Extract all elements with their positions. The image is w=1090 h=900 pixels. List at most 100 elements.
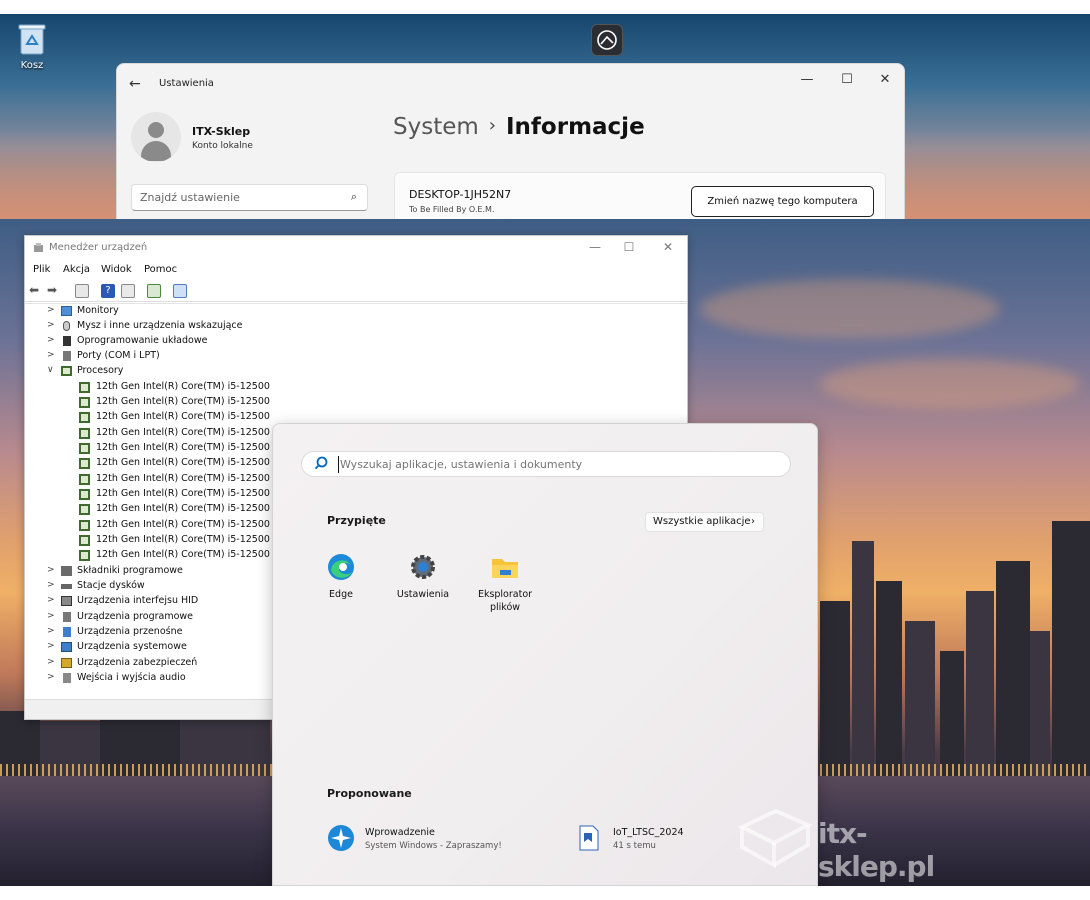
port-icon: [63, 351, 71, 361]
search-icon: [314, 456, 328, 470]
minimize-button[interactable]: —: [792, 72, 822, 87]
menu-bar: Plik Akcja Widok Pomoc: [25, 262, 687, 280]
close-button[interactable]: ✕: [653, 240, 683, 254]
pinned-app-edge[interactable]: Edge: [301, 552, 381, 601]
document-icon: [579, 825, 599, 851]
monitor-icon[interactable]: [173, 284, 187, 298]
processor-label: 12th Gen Intel(R) Core(TM) i5-12500: [96, 427, 270, 438]
chevron-down-icon[interactable]: ∨: [47, 365, 57, 375]
desktop-background-top: Kosz ← Ustawienia — ☐ ✕ ITX-Sklep Konto …: [0, 14, 1090, 219]
tree-item-label: Urządzenia przenośne: [77, 626, 183, 637]
processor-icon: [79, 382, 90, 393]
pinned-app-file-explorer[interactable]: Eksplorator plików: [465, 552, 545, 614]
recommended-item-get-started[interactable]: Wprowadzenie System Windows - Zapraszamy…: [327, 824, 527, 856]
chevron-right-icon[interactable]: >: [47, 595, 57, 605]
recycle-bin-shortcut[interactable]: Kosz: [4, 22, 60, 71]
processor-icon: [79, 489, 90, 500]
chevron-right-icon[interactable]: >: [47, 335, 57, 345]
chevron-right-icon[interactable]: >: [47, 350, 57, 360]
disk-drive-icon: [61, 584, 72, 589]
recommended-item-name: IoT_LTSC_2024: [613, 827, 684, 838]
portable-device-icon: [63, 627, 71, 637]
processor-label: 12th Gen Intel(R) Core(TM) i5-12500: [96, 549, 270, 560]
desktop-background-city: Menedżer urządzeń — ☐ ✕ Plik Akcja Widok…: [0, 219, 1090, 886]
recycle-bin-label: Kosz: [20, 60, 44, 71]
help-icon[interactable]: ?: [101, 284, 115, 298]
software-component-icon: [61, 566, 72, 576]
menu-file[interactable]: Plik: [33, 264, 50, 275]
settings-search-placeholder: Znajdź ustawienie: [140, 191, 240, 204]
back-arrow-icon[interactable]: ⬅: [29, 284, 43, 298]
menu-view[interactable]: Widok: [101, 264, 132, 275]
recommended-item-iot-ltsc[interactable]: IoT_LTSC_2024 41 s temu: [575, 824, 735, 856]
maximize-button[interactable]: ☐: [614, 240, 644, 254]
processor-icon: [61, 366, 72, 376]
watermark: itx-sklep.pl: [736, 797, 976, 883]
pinned-app-label: Eksplorator plików: [477, 589, 533, 613]
chevron-right-icon[interactable]: >: [47, 565, 57, 575]
chevron-right-icon[interactable]: >: [47, 611, 57, 621]
chevron-right-icon[interactable]: >: [47, 626, 57, 636]
firmware-icon: [63, 336, 71, 346]
view-icon[interactable]: [121, 284, 135, 298]
tree-item-label: Procesory: [77, 365, 124, 376]
chevron-right-icon[interactable]: >: [47, 672, 57, 682]
watermark-text: itx-sklep.pl: [818, 817, 935, 883]
box-logo-icon: [737, 808, 813, 869]
menu-action[interactable]: Akcja: [63, 264, 90, 275]
start-search-input[interactable]: [338, 456, 778, 473]
scan-hardware-icon[interactable]: [147, 284, 161, 298]
processor-label: 12th Gen Intel(R) Core(TM) i5-12500: [96, 457, 270, 468]
overlay-app-icon[interactable]: [591, 24, 623, 56]
chevron-right-icon[interactable]: >: [47, 580, 57, 590]
tree-item-label: Urządzenia zabezpieczeń: [77, 657, 198, 668]
pinned-app-settings[interactable]: Ustawienia: [383, 552, 463, 601]
chevron-right-icon[interactable]: >: [47, 657, 57, 667]
processor-label: 12th Gen Intel(R) Core(TM) i5-12500: [96, 381, 270, 392]
processor-label: 12th Gen Intel(R) Core(TM) i5-12500: [96, 534, 270, 545]
avatar: [131, 112, 181, 162]
user-profile[interactable]: ITX-Sklep Konto lokalne: [131, 112, 371, 168]
recommended-item-subtitle: 41 s temu: [613, 841, 656, 851]
close-button[interactable]: ✕: [870, 72, 900, 87]
chevron-right-icon[interactable]: >: [47, 641, 57, 651]
settings-window-title: Ustawienia: [159, 78, 214, 89]
tree-item-label: Monitory: [77, 305, 119, 316]
processor-label: 12th Gen Intel(R) Core(TM) i5-12500: [96, 396, 270, 407]
device-model: To Be Filled By O.E.M.: [409, 205, 495, 214]
device-name: DESKTOP-1JH52N7: [409, 188, 512, 201]
processor-label: 12th Gen Intel(R) Core(TM) i5-12500: [96, 442, 270, 453]
recommended-item-name: Wprowadzenie: [365, 827, 435, 838]
chevron-right-icon[interactable]: >: [47, 320, 57, 330]
toolbar: ⬅ ➡ ?: [25, 280, 687, 302]
chevron-right-icon[interactable]: >: [47, 305, 57, 315]
tree-item-label: Urządzenia programowe: [77, 611, 194, 622]
edge-icon: [328, 554, 354, 580]
processor-icon: [79, 412, 90, 423]
tree-item-label: Urządzenia systemowe: [77, 641, 187, 652]
forward-arrow-icon[interactable]: ➡: [47, 284, 61, 298]
get-started-icon: [328, 825, 354, 851]
processor-label: 12th Gen Intel(R) Core(TM) i5-12500: [96, 411, 270, 422]
breadcrumb-parent[interactable]: System: [393, 114, 479, 140]
audio-icon: [63, 673, 71, 683]
maximize-button[interactable]: ☐: [832, 72, 862, 87]
menu-help[interactable]: Pomoc: [144, 264, 177, 275]
device-manager-icon: [34, 243, 43, 252]
rename-pc-button[interactable]: Zmień nazwę tego komputera: [691, 186, 874, 217]
profile-subtitle: Konto lokalne: [192, 141, 253, 151]
device-name-card: DESKTOP-1JH52N7 To Be Filled By O.E.M. Z…: [394, 172, 886, 219]
back-arrow-icon[interactable]: ←: [129, 76, 141, 92]
all-apps-button[interactable]: Wszystkie aplikacje ›: [645, 512, 764, 532]
profile-name: ITX-Sklep: [192, 125, 251, 138]
start-search-box[interactable]: [301, 451, 791, 477]
processor-label: 12th Gen Intel(R) Core(TM) i5-12500: [96, 488, 270, 499]
properties-icon[interactable]: [75, 284, 89, 298]
processor-icon: [79, 474, 90, 485]
processor-icon: [79, 550, 90, 561]
minimize-button[interactable]: —: [580, 240, 610, 254]
processor-icon: [79, 397, 90, 408]
settings-search-input[interactable]: Znajdź ustawienie ⌕: [131, 184, 368, 211]
processor-icon: [79, 504, 90, 515]
processor-icon: [79, 535, 90, 546]
